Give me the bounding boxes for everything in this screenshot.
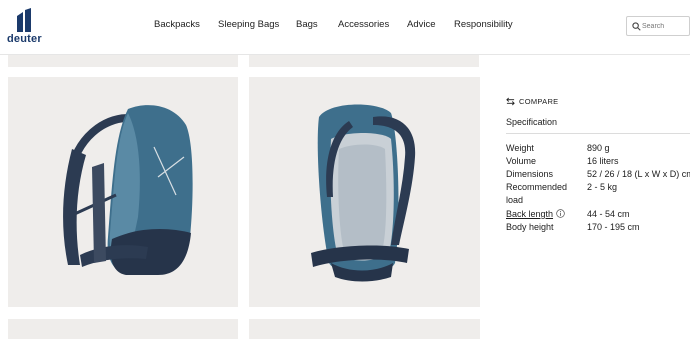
spec-label-weight: Weight (506, 143, 534, 153)
info-icon[interactable] (556, 209, 565, 218)
deuter-logo[interactable]: deuter (7, 8, 43, 46)
spec-value-volume: 16 liters (587, 156, 619, 166)
search-icon (632, 22, 641, 31)
nav-item-accessories[interactable]: Accessories (338, 19, 389, 30)
backpack-side-illustration (63, 105, 193, 275)
divider (506, 133, 690, 134)
spec-label-back-length-link[interactable]: Back length (506, 208, 553, 221)
spec-label-body-height: Body height (506, 222, 554, 232)
compare-label: COMPARE (519, 97, 559, 106)
spec-label-volume: Volume (506, 156, 537, 166)
product-image-back-view[interactable] (249, 77, 480, 307)
compare-icon (506, 97, 515, 106)
nav-item-advice[interactable]: Advice (407, 19, 436, 30)
site-header: deuter Backpacks Sleeping Bags Bags Acce… (0, 0, 690, 55)
spec-label-dimensions: Dimensions (506, 169, 554, 179)
product-image-side-view[interactable] (8, 77, 238, 307)
spec-value-recommended-load: 2 - 5 kg (587, 182, 618, 192)
nav-item-sleeping-bags[interactable]: Sleeping Bags (218, 19, 279, 30)
spec-value-back-length: 44 - 54 cm (587, 209, 630, 219)
spec-value-body-height: 170 - 195 cm (587, 222, 640, 232)
spec-label-recommended-load-line2: load (506, 195, 524, 205)
nav-item-bags[interactable]: Bags (296, 19, 318, 30)
deuter-logo-icon (17, 8, 31, 32)
search-box[interactable] (626, 16, 690, 36)
gallery-image-bottom-right[interactable] (249, 319, 480, 339)
search-input[interactable] (642, 19, 690, 34)
nav-item-responsibility[interactable]: Responsibility (454, 19, 513, 30)
spec-label-recommended-load: Recommended (506, 182, 568, 192)
backpack-back-illustration (311, 104, 416, 282)
gallery-image-bottom-left[interactable] (8, 319, 238, 339)
spec-value-dimensions: 52 / 26 / 18 (L x W x D) cm (587, 169, 690, 179)
nav-item-backpacks[interactable]: Backpacks (154, 19, 200, 30)
logo-text: deuter (7, 33, 42, 45)
specification-heading: Specification (506, 117, 558, 127)
spec-value-weight: 890 g (587, 143, 610, 153)
